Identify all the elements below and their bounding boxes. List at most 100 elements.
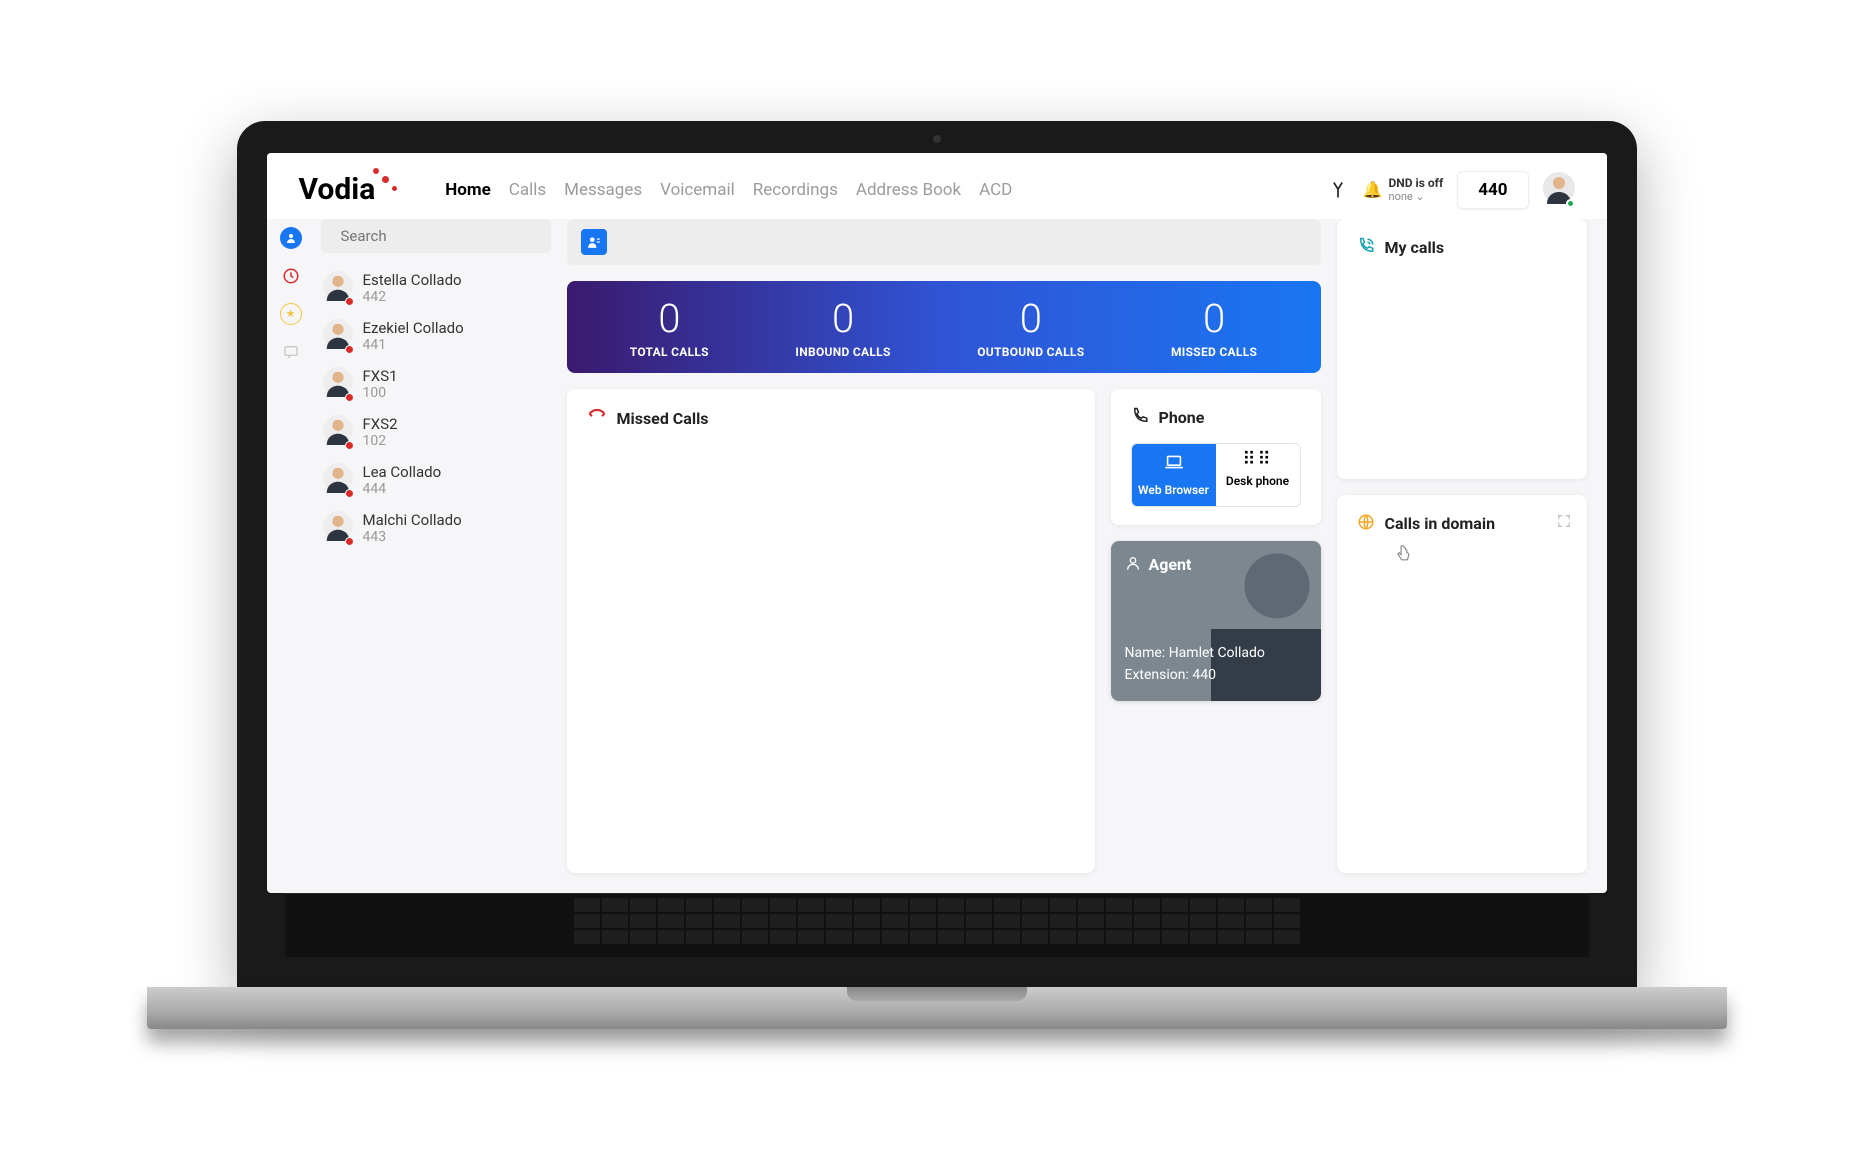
presence-busy-icon — [345, 489, 354, 498]
contact-ext: 443 — [363, 529, 462, 545]
phone-agent-col: Phone Web Browser — [1111, 389, 1321, 873]
call-routing-icon[interactable] — [1327, 179, 1349, 201]
sidebar: Estella Collado442 Ezekiel Collado441 FX… — [321, 219, 551, 873]
call-stats-card: 0 TOTAL CALLS 0 INBOUND CALLS 0 OUTBOUND… — [567, 281, 1321, 373]
contact-ext: 102 — [363, 433, 398, 449]
app-body: ★ Estella Collado442 — [267, 219, 1607, 893]
extension-badge: 440 — [1457, 171, 1528, 209]
laptop-keyboard — [285, 893, 1589, 957]
phone-web-browser[interactable]: Web Browser — [1132, 444, 1216, 506]
app-header: Vodia Home Calls Messages Voicemail Reco… — [267, 153, 1607, 219]
nav-acd[interactable]: ACD — [979, 180, 1012, 200]
contact-item[interactable]: Malchi Collado443 — [321, 507, 551, 549]
contact-item[interactable]: Estella Collado442 — [321, 267, 551, 309]
stat-outbound: 0 OUTBOUND CALLS — [977, 299, 1084, 359]
cursor-pointer-icon — [1395, 545, 1411, 567]
search-box[interactable] — [321, 219, 551, 253]
stat-label: TOTAL CALLS — [630, 345, 709, 359]
contact-ext: 442 — [363, 289, 462, 305]
laptop-bezel: Vodia Home Calls Messages Voicemail Reco… — [237, 121, 1637, 987]
contact-item[interactable]: FXS1100 — [321, 363, 551, 405]
domain-title: Calls in domain — [1385, 514, 1496, 533]
chevron-down-icon: ⌄ — [1416, 190, 1425, 203]
nav-calls[interactable]: Calls — [509, 180, 546, 200]
bell-icon: 🔔 — [1363, 180, 1383, 199]
stat-value: 0 — [795, 299, 890, 339]
person-icon — [1125, 555, 1141, 575]
contact-ext: 100 — [363, 385, 398, 401]
stat-value: 0 — [630, 299, 709, 339]
missed-calls-card: Missed Calls — [567, 389, 1095, 873]
contact-name: FXS2 — [363, 415, 398, 433]
phone-card: Phone Web Browser — [1111, 389, 1321, 525]
contact-item[interactable]: Ezekiel Collado441 — [321, 315, 551, 357]
dnd-value: none — [1389, 190, 1413, 203]
brand-name: Vodia — [299, 172, 376, 207]
expand-icon[interactable] — [1557, 513, 1571, 532]
main-column: 0 TOTAL CALLS 0 INBOUND CALLS 0 OUTBOUND… — [567, 219, 1321, 873]
header-right: 🔔 DND is off none ⌄ 440 — [1327, 171, 1575, 209]
contact-card-icon[interactable] — [581, 229, 607, 255]
agent-ext-value: 440 — [1192, 667, 1216, 683]
stat-inbound: 0 INBOUND CALLS — [795, 299, 890, 359]
stat-value: 0 — [977, 299, 1084, 339]
contact-ext: 444 — [363, 481, 442, 497]
laptop-base — [147, 987, 1727, 1029]
agent-ext-label: Extension: — [1125, 667, 1189, 683]
stat-missed: 0 MISSED CALLS — [1171, 299, 1257, 359]
missed-calls-title: Missed Calls — [617, 409, 709, 428]
main-nav: Home Calls Messages Voicemail Recordings… — [445, 180, 1012, 200]
agent-card: Agent Name: Hamlet Collado Extension: 44… — [1111, 541, 1321, 701]
phone-icon — [1131, 407, 1149, 429]
left-rail: ★ — [277, 219, 305, 873]
contact-ext: 441 — [363, 337, 464, 353]
missed-call-icon — [587, 407, 607, 431]
phone-desk-label: Desk phone — [1226, 474, 1289, 488]
agent-name-label: Name: — [1125, 645, 1166, 661]
right-column: My calls Calls in domain — [1337, 219, 1587, 873]
calls-in-domain-card: Calls in domain — [1337, 495, 1587, 873]
dialpad-icon: ⠿⠿ — [1220, 454, 1296, 467]
user-avatar[interactable] — [1543, 172, 1575, 208]
nav-messages[interactable]: Messages — [564, 180, 642, 200]
phone-desk-phone[interactable]: ⠿⠿ Desk phone — [1216, 444, 1300, 506]
presence-busy-icon — [345, 537, 354, 546]
presence-busy-icon — [345, 297, 354, 306]
rail-chat-icon[interactable] — [280, 341, 302, 363]
nav-voicemail[interactable]: Voicemail — [660, 180, 735, 200]
agent-title-label: Agent — [1149, 555, 1192, 574]
contact-name: Lea Collado — [363, 463, 442, 481]
presence-online-icon — [1566, 199, 1575, 208]
my-calls-card: My calls — [1337, 219, 1587, 479]
search-input[interactable] — [341, 227, 540, 245]
nav-home[interactable]: Home — [445, 180, 491, 200]
mid-row: Missed Calls Phone — [567, 389, 1321, 873]
rail-recent-icon[interactable] — [280, 265, 302, 287]
contact-name: Estella Collado — [363, 271, 462, 289]
presence-busy-icon — [345, 393, 354, 402]
contact-name: Malchi Collado — [363, 511, 462, 529]
contact-bar — [567, 219, 1321, 265]
stat-label: INBOUND CALLS — [795, 345, 890, 359]
agent-name-value: Hamlet Collado — [1169, 645, 1265, 661]
stat-label: OUTBOUND CALLS — [977, 345, 1084, 359]
rail-favorites-icon[interactable]: ★ — [280, 303, 302, 325]
contact-name: Ezekiel Collado — [363, 319, 464, 337]
presence-busy-icon — [345, 441, 354, 450]
dnd-toggle[interactable]: 🔔 DND is off none ⌄ — [1363, 176, 1444, 203]
my-calls-title: My calls — [1385, 238, 1445, 257]
contact-item[interactable]: Lea Collado444 — [321, 459, 551, 501]
nav-recordings[interactable]: Recordings — [753, 180, 838, 200]
active-call-icon — [1357, 237, 1375, 259]
contact-item[interactable]: FXS2102 — [321, 411, 551, 453]
contact-name: FXS1 — [363, 367, 398, 385]
brand-logo: Vodia — [299, 172, 386, 207]
phone-toggle: Web Browser ⠿⠿ Desk phone — [1131, 443, 1301, 507]
globe-icon — [1357, 513, 1375, 535]
nav-address-book[interactable]: Address Book — [856, 180, 961, 200]
phone-title: Phone — [1159, 408, 1205, 427]
stat-total: 0 TOTAL CALLS — [630, 299, 709, 359]
rail-contacts-icon[interactable] — [280, 227, 302, 249]
app-window: Vodia Home Calls Messages Voicemail Reco… — [267, 153, 1607, 893]
stat-value: 0 — [1171, 299, 1257, 339]
